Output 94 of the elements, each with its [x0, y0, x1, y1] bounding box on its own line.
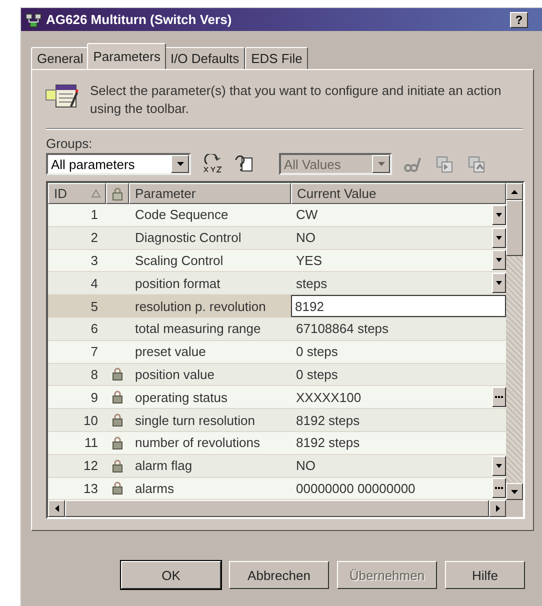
help-button[interactable]: ?: [510, 12, 528, 28]
table-row[interactable]: 8 position value 0 steps: [48, 364, 506, 386]
table-row[interactable]: 1 Code Sequence CW: [48, 204, 506, 227]
parameter-cell-text: total measuring range: [134, 320, 262, 338]
caret-icon: [496, 236, 502, 240]
ellipsis-icon: [495, 396, 503, 398]
dialog-button[interactable]: OK: [121, 561, 221, 589]
value-cell: 8192 steps: [296, 412, 360, 428]
parameter-cell-text: single turn resolution: [134, 412, 256, 430]
window-title: AG626 Multiturn (Switch Vers): [46, 12, 233, 27]
id-column-header[interactable]: ID: [48, 183, 106, 204]
up-arrow-icon: [511, 190, 518, 194]
dropdown-button[interactable]: [492, 273, 506, 294]
lock-column-header[interactable]: [106, 183, 129, 204]
table-row[interactable]: 2 Diagnostic Control NO: [48, 226, 506, 250]
id-cell-text: 11: [84, 434, 99, 452]
id-cell-text: 1: [90, 206, 99, 224]
parameter-column-header[interactable]: Parameter: [129, 183, 291, 204]
value-cell: XXXXX100: [296, 390, 362, 405]
parameter-cell-text: alarms: [134, 480, 176, 498]
id-cell-text: 2: [90, 229, 99, 248]
notepad-pencil-icon: [44, 82, 78, 110]
tab[interactable]: EDS File: [245, 47, 308, 69]
groups-label: Groups:: [46, 136, 94, 151]
value-cell: NO: [296, 458, 316, 474]
vertical-scrollbar[interactable]: [506, 183, 523, 500]
parameter-cell-text: alarm flag: [134, 457, 194, 476]
sort-ascending-icon: [91, 189, 101, 198]
table-row[interactable]: 12 alarm flag NO: [48, 454, 506, 478]
parameter-cell-text: position format: [134, 274, 222, 293]
dropdown-button[interactable]: [492, 228, 506, 248]
dropdown-button[interactable]: [492, 250, 506, 270]
dialog-button[interactable]: Abbrechen: [229, 561, 329, 589]
caret-icon: [496, 258, 502, 262]
id-cell-text: 7: [90, 343, 99, 362]
value-column-header[interactable]: Current Value: [291, 183, 506, 204]
id-cell-text: 13: [82, 480, 99, 498]
parameter-cell-text: resolution p. revolution: [134, 298, 267, 316]
id-cell-text: 5: [90, 298, 99, 316]
value-input-field[interactable]: 8192: [291, 295, 506, 318]
value-cell: CW: [296, 207, 318, 222]
caret-icon: [496, 464, 502, 468]
parameter-cell-text: Code Sequence: [134, 206, 230, 224]
dialog-button[interactable]: Hilfe: [445, 561, 525, 589]
table-row[interactable]: 10 single turn resolution 8192 steps: [48, 409, 506, 432]
parameter-cell-text: number of revolutions: [134, 434, 262, 452]
down-arrow-icon: [511, 490, 518, 494]
value-cell: 0 steps: [296, 344, 338, 360]
dropdown-button[interactable]: [492, 456, 506, 476]
table-row[interactable]: 3 Scaling Control YES: [48, 250, 506, 272]
parameter-cell-text: Scaling Control: [134, 252, 224, 270]
caret-icon: [496, 212, 502, 217]
id-cell-text: 12: [82, 457, 99, 476]
value-cell: 67108864 steps: [296, 321, 389, 336]
tab[interactable]: I/O Defaults: [164, 47, 246, 69]
ellipsis-icon: [495, 487, 503, 490]
value-cell: 00000000 00000000: [296, 480, 416, 496]
left-arrow-icon: [54, 505, 58, 512]
help-document-icon[interactable]: [233, 154, 255, 174]
groups-dropdown[interactable]: All parameters: [46, 153, 191, 175]
id-cell-text: 10: [82, 412, 99, 430]
id-cell-text: 3: [90, 252, 99, 270]
value-cell: steps: [296, 276, 328, 291]
caret-icon: [378, 162, 384, 166]
instruction-text: Select the parameter(s) that you want to configure and initiate an action using the toolbar.: [90, 82, 502, 118]
right-arrow-icon: [496, 505, 500, 512]
dropdown-button[interactable]: [492, 204, 506, 225]
table-row[interactable]: 4 position format steps: [48, 272, 506, 296]
parameter-cell-text: Diagnostic Control: [134, 229, 242, 248]
parameter-cell-text: operating status: [134, 388, 229, 407]
tab[interactable]: Parameters: [87, 43, 166, 69]
tab[interactable]: General: [31, 47, 90, 69]
network-icon: [25, 12, 43, 28]
value-cell: 8192 steps: [296, 435, 360, 450]
table-row[interactable]: 9 operating status XXXXX100: [48, 386, 506, 410]
value-cell: 0 steps: [296, 366, 338, 382]
parameter-cell-text: preset value: [134, 343, 207, 362]
value-cell: YES: [296, 252, 322, 268]
caret-icon: [496, 281, 502, 286]
id-cell-text: 4: [90, 274, 99, 293]
table-row[interactable]: 6 total measuring range 67108864 steps: [48, 318, 506, 341]
table-row[interactable]: 13 alarms 00000000 00000000: [48, 478, 506, 500]
id-cell-text: 8: [90, 366, 99, 384]
table-row[interactable]: 5 resolution p. revolution 8192: [48, 295, 506, 318]
scroll-thumb[interactable]: [506, 200, 523, 256]
parameter-cell-text: position value: [134, 366, 216, 384]
id-cell-text: 6: [90, 320, 99, 338]
caret-icon: [176, 162, 184, 166]
lock-icon: [112, 186, 123, 200]
ellipsis-button[interactable]: [492, 387, 506, 408]
value-cell: NO: [296, 230, 316, 246]
id-cell-text: 9: [90, 388, 99, 407]
ellipsis-button[interactable]: [492, 478, 506, 498]
sort-xyz-icon[interactable]: [201, 154, 223, 174]
